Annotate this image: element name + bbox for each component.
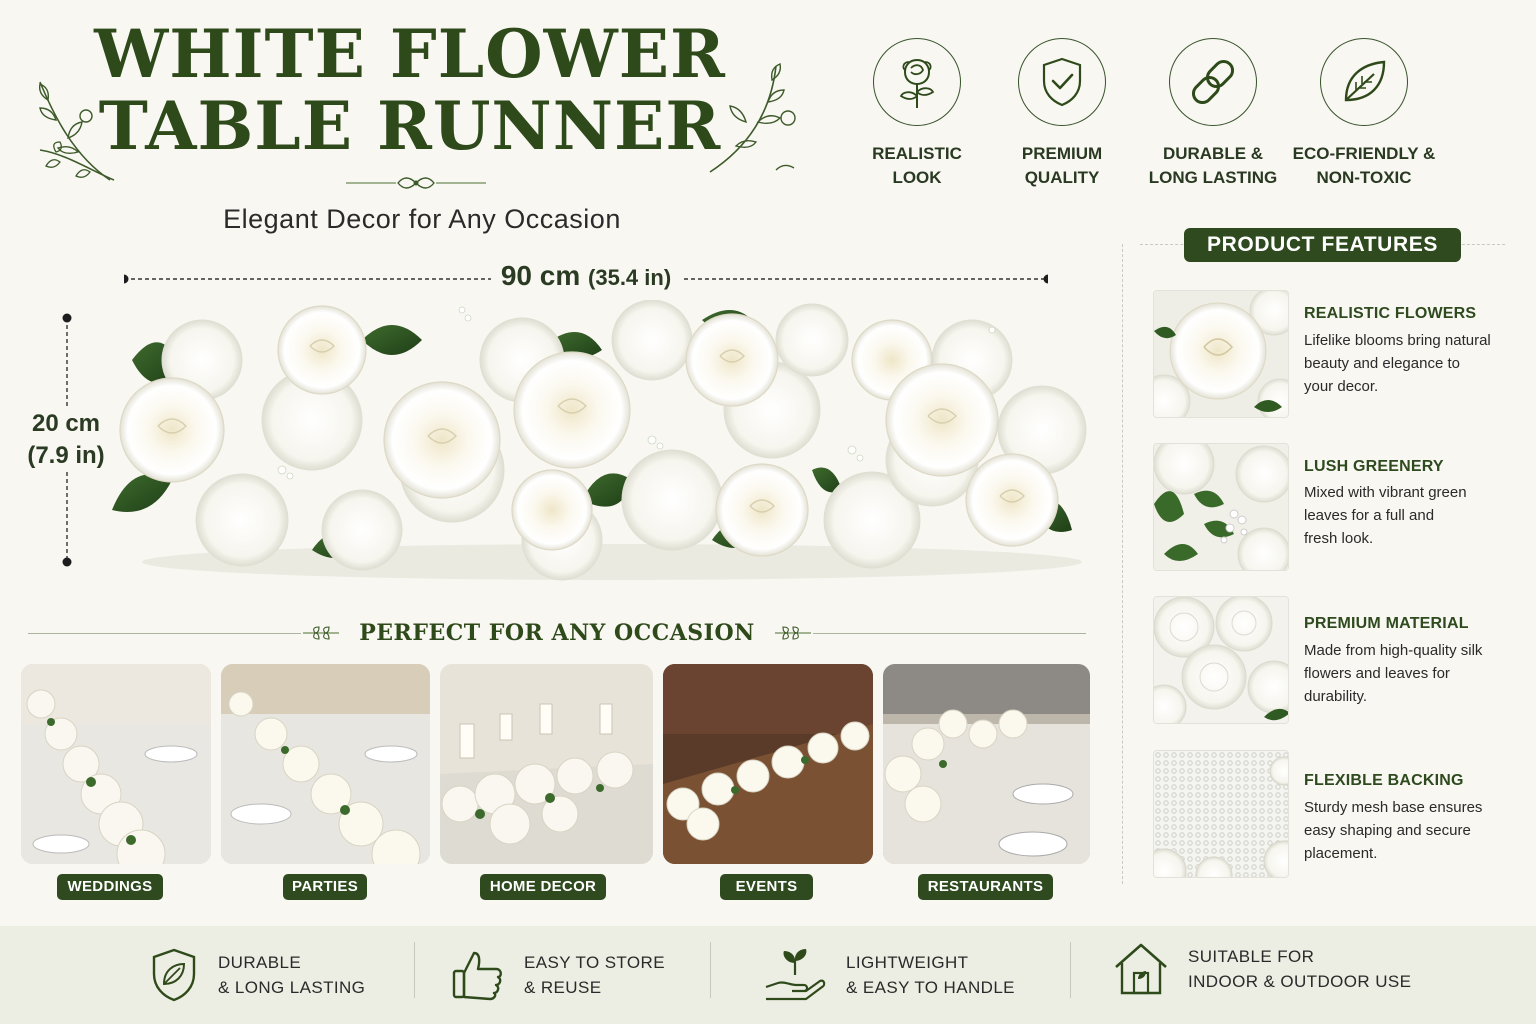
feature-desc-line: leaves for a full and [1304, 507, 1435, 524]
bottom-separator [1070, 942, 1071, 998]
product-features-heading: PRODUCT FEATURES [1184, 228, 1461, 262]
benefit-line2: & LONG LASTING [218, 978, 366, 997]
width-label: 20 cm (7.9 in) [20, 408, 112, 472]
feature-label-line2: LONG LASTING [1148, 168, 1278, 187]
feature-label-line2: LOOK [892, 168, 942, 187]
occasion-badge-home-decor: HOME DECOR [480, 874, 606, 900]
length-cm: 90 cm [500, 260, 581, 291]
occasion-image-events [663, 664, 873, 864]
benefit-line2: & EASY TO HANDLE [846, 978, 1015, 997]
occasion-title: PERFECT FOR ANY OCCASION [359, 620, 755, 646]
feature-desc-line: Mixed with vibrant green [1304, 484, 1467, 501]
feature-label-line2: QUALITY [1024, 168, 1100, 187]
feature-title: FLEXIBLE BACKING [1304, 772, 1464, 789]
leaf-icon [1320, 38, 1408, 126]
benefit-line1: DURABLE [218, 953, 302, 972]
feature-desc-line: flowers and leaves for [1304, 665, 1450, 682]
sprig-right-icon [774, 626, 811, 640]
occasion-image-restaurants [883, 664, 1090, 864]
feature-durable: DURABLE & LONG LASTING [1138, 38, 1288, 190]
occasion-badge-parties: PARTIES [283, 874, 367, 900]
feature-title: REALISTIC FLOWERS [1304, 305, 1477, 322]
right-sprig-icon [709, 63, 796, 173]
thumbs-up-icon [452, 951, 502, 1001]
length-label: 90 cm (35.4 in) [490, 260, 682, 291]
occasion-badge-weddings: WEDDINGS [57, 874, 163, 900]
divider-line [28, 632, 302, 634]
bottom-separator [414, 942, 415, 998]
feature-description: Sturdy mesh base ensures easy shaping an… [1304, 796, 1524, 865]
benefit-easy-store: EASY TO STORE & REUSE [450, 926, 665, 1024]
benefit-line1: SUITABLE FOR [1188, 947, 1315, 966]
feature-desc-line: Made from high-quality silk [1304, 642, 1483, 659]
column-divider [1122, 244, 1123, 884]
feature-title: LUSH GREENERY [1304, 458, 1444, 475]
feature-realistic-look: REALISTIC LOOK [842, 38, 992, 190]
benefit-line1: EASY TO STORE [524, 953, 665, 972]
feature-eco-friendly: ECO-FRIENDLY & NON-TOXIC [1289, 38, 1439, 190]
flower-runner-image [112, 300, 1087, 581]
shield-leaf-icon [152, 948, 196, 1002]
feature-description: Lifelike blooms bring natural beauty and… [1304, 329, 1524, 398]
feature-title: PREMIUM MATERIAL [1304, 615, 1469, 632]
house-icon [1115, 943, 1167, 995]
rose-icon [873, 38, 961, 126]
feature-premium-quality: PREMIUM QUALITY [987, 38, 1137, 190]
hand-sprout-icon [765, 949, 826, 1001]
feature-label-line2: NON-TOXIC [1316, 168, 1412, 187]
feature-desc-line: Sturdy mesh base ensures [1304, 799, 1483, 816]
occasion-badge-restaurants: RESTAURANTS [918, 874, 1053, 900]
feature-label-line1: DURABLE & [1162, 144, 1264, 163]
benefit-line1: LIGHTWEIGHT [846, 953, 969, 972]
chain-link-icon [1169, 38, 1257, 126]
benefit-line2: & REUSE [524, 978, 602, 997]
occasion-image-parties [221, 664, 430, 864]
title-line-1: WHITE FLOWER [94, 15, 726, 93]
feature-description: Made from high-quality silk flowers and … [1304, 639, 1524, 708]
benefit-lightweight: LIGHTWEIGHT & EASY TO HANDLE [762, 926, 1015, 1024]
sprig-left-icon [303, 626, 340, 640]
shield-check-icon [1018, 38, 1106, 126]
feature-desc-line: easy shaping and secure [1304, 822, 1471, 839]
feature-desc-line: your decor. [1304, 378, 1379, 395]
occasion-heading: PERFECT FOR ANY OCCASION [28, 616, 1086, 650]
benefit-durable: DURABLE & LONG LASTING [148, 926, 365, 1024]
length-in: (35.4 in) [588, 265, 672, 290]
feature-image-realistic-flowers [1153, 290, 1289, 418]
feature-description: Mixed with vibrant green leaves for a fu… [1304, 481, 1524, 550]
occasion-image-weddings [21, 664, 211, 864]
divider-line [812, 632, 1086, 634]
bottom-separator [710, 942, 711, 998]
feature-label-line1: PREMIUM [1021, 144, 1103, 163]
length-dimension: 90 cm (35.4 in) [124, 260, 1048, 294]
feature-desc-line: placement. [1304, 845, 1378, 862]
feature-desc-line: durability. [1304, 688, 1368, 705]
title-line-2: TABLE RUNNER [98, 87, 722, 165]
feature-image-lush-greenery [1153, 443, 1289, 571]
feature-desc-line: Lifelike blooms bring natural [1304, 332, 1491, 349]
feature-desc-line: beauty and elegance to [1304, 355, 1460, 372]
left-sprig-lower-icon [39, 141, 115, 181]
feature-image-premium-material [1153, 596, 1289, 724]
title-flourish-icon [346, 177, 486, 189]
benefit-indoor-outdoor: SUITABLE FOR INDOOR & OUTDOOR USE [1112, 920, 1411, 1018]
benefit-line2: INDOOR & OUTDOOR USE [1188, 972, 1412, 991]
feature-image-flexible-backing [1153, 750, 1289, 878]
width-in: (7.9 in) [27, 442, 105, 469]
occasion-image-home-decor [440, 664, 653, 864]
width-cm: 20 cm [31, 410, 101, 437]
feature-label-line1: ECO-FRIENDLY & [1292, 144, 1436, 163]
feature-desc-line: fresh look. [1304, 530, 1374, 547]
subtitle: Elegant Decor for Any Occasion [223, 204, 621, 234]
page-title: WHITE FLOWER TABLE RUNNER [0, 18, 820, 162]
occasion-badge-events: EVENTS [720, 874, 813, 900]
feature-label-line1: REALISTIC [872, 144, 962, 163]
